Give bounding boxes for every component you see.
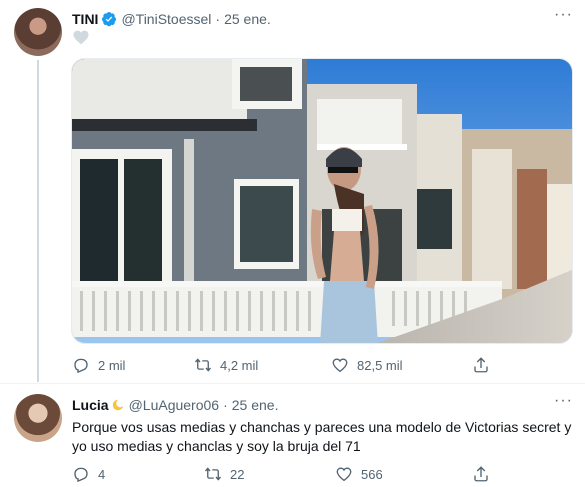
thread-line [37,60,39,382]
tweet-date[interactable]: 25 ene. [224,11,271,27]
reply-reply-count: 4 [98,466,106,482]
heart-icon [73,30,89,45]
reply-author-handle[interactable]: @LuAguero06 [129,397,220,413]
reply-like-action[interactable]: 566 [335,465,383,483]
like-count: 82,5 mil [357,357,403,373]
retweet-icon [204,467,222,481]
reply-retweet-count: 22 [230,466,245,482]
reply-author-name[interactable]: Lucia [72,397,109,413]
tweet-photo[interactable] [71,58,573,344]
photo-illustration [72,59,572,343]
reply-action[interactable]: 2 mil [72,356,125,374]
reply-count: 2 mil [98,357,126,373]
reply-icon [74,467,88,483]
author-name[interactable]: TINI [72,11,98,27]
like-icon [332,358,348,373]
tweet-header: TINI @TiniStoessel · 25 ene. [72,10,271,28]
reply-text: Porque vos usas medias y chanchas y pare… [72,419,572,454]
like-icon [336,467,352,482]
reply-author-avatar[interactable] [14,394,62,442]
share-icon [474,466,488,482]
share-icon [474,357,488,373]
reply-date[interactable]: 25 ene. [232,397,279,413]
separator-dot: · [215,11,221,27]
tweet-divider [0,383,585,384]
like-action[interactable]: 82,5 mil [331,356,403,374]
reply-icon [74,358,88,374]
moon-emoji-icon [112,399,124,411]
retweet-count: 4,2 mil [220,357,259,373]
reply-separator-dot: · [223,397,228,413]
retweet-icon [194,358,212,372]
share-action[interactable] [472,356,498,374]
more-options-icon[interactable]: ··· [554,6,573,24]
author-avatar[interactable] [14,8,62,56]
verified-badge-icon [102,12,117,27]
reply-reply-action[interactable]: 4 [72,465,105,483]
reply-retweet-action[interactable]: 22 [204,465,244,483]
retweet-action[interactable]: 4,2 mil [194,356,258,374]
reply-more-options-icon[interactable]: ··· [554,392,573,410]
reply-like-count: 566 [361,466,383,482]
reply-header: Lucia @LuAguero06 · 25 ene. [72,397,278,413]
reply-share-action[interactable] [472,465,498,483]
author-handle[interactable]: @TiniStoessel [121,11,211,27]
